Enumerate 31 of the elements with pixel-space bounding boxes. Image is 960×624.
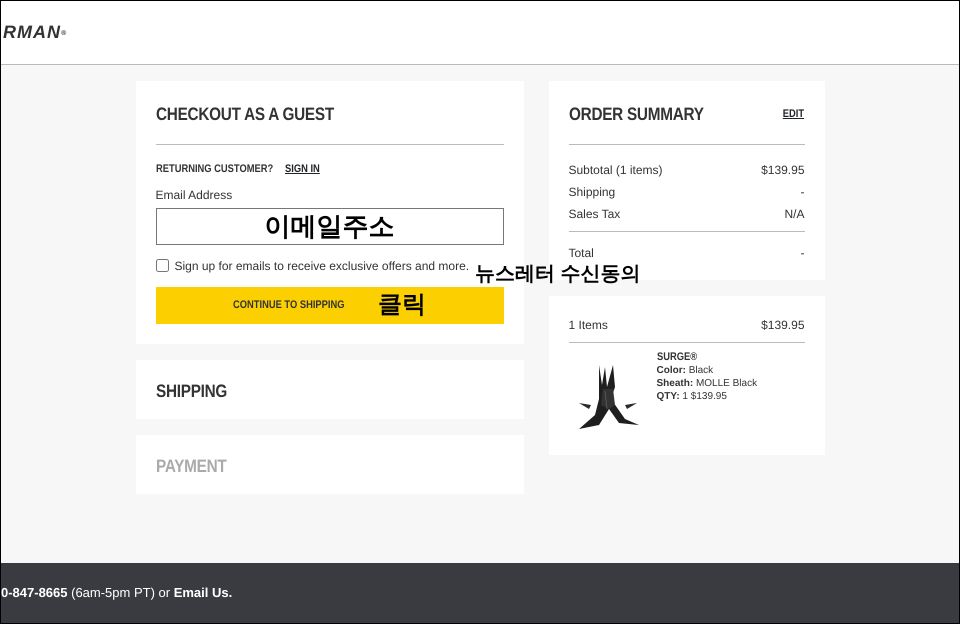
edit-link[interactable]: EDIT: [783, 106, 804, 123]
returning-customer-label: RETURNING CUSTOMER?: [156, 162, 273, 177]
step-title: SHIPPING: [156, 380, 227, 402]
summary-label: Shipping: [568, 184, 616, 201]
product-name: SURGE®: [656, 351, 697, 364]
items-amount: $139.95: [761, 317, 804, 334]
email-field[interactable]: 이메일주소: [156, 208, 504, 244]
items-count: 1 Items: [568, 317, 608, 334]
annotation-text: 뉴스레터 수신동의: [475, 262, 641, 286]
product-detail: Sheath: MOLLE Black: [656, 377, 758, 390]
continue-to-shipping-button[interactable]: CONTINUE TO SHIPPING 클릭: [156, 286, 504, 324]
section-title: ORDER SUMMARY: [568, 103, 704, 126]
annotation-text: 클릭: [378, 290, 426, 320]
brand-logo[interactable]: RMAN$^{®}$: [1, 19, 68, 46]
summary-value: N/A: [784, 206, 804, 223]
summary-value: -: [800, 184, 804, 201]
step-title: PAYMENT: [156, 454, 226, 478]
total-label: Total: [568, 245, 594, 262]
summary-label: Subtotal (1 items): [568, 162, 663, 179]
newsletter-label[interactable]: Sign up for emails to receive exclusive offers and more.: [174, 256, 470, 274]
summary-label: Sales Tax: [568, 206, 620, 223]
contact-text: 0-847-8665 (6am-5pm PT) or Email Us.: [1, 584, 232, 602]
email-label: Email Address: [156, 186, 234, 204]
sign-in-link[interactable]: SIGN IN: [285, 161, 320, 178]
product-detail: Color: Black: [656, 364, 714, 377]
total-value: -: [800, 245, 804, 262]
newsletter-checkbox[interactable]: [156, 259, 168, 272]
section-title: CHECKOUT AS A GUEST: [156, 103, 334, 126]
product-detail: QTY: 1 $139.95: [656, 390, 727, 403]
checkout-step[interactable]: SHIPPING: [136, 360, 524, 418]
summary-value: $139.95: [761, 162, 804, 179]
